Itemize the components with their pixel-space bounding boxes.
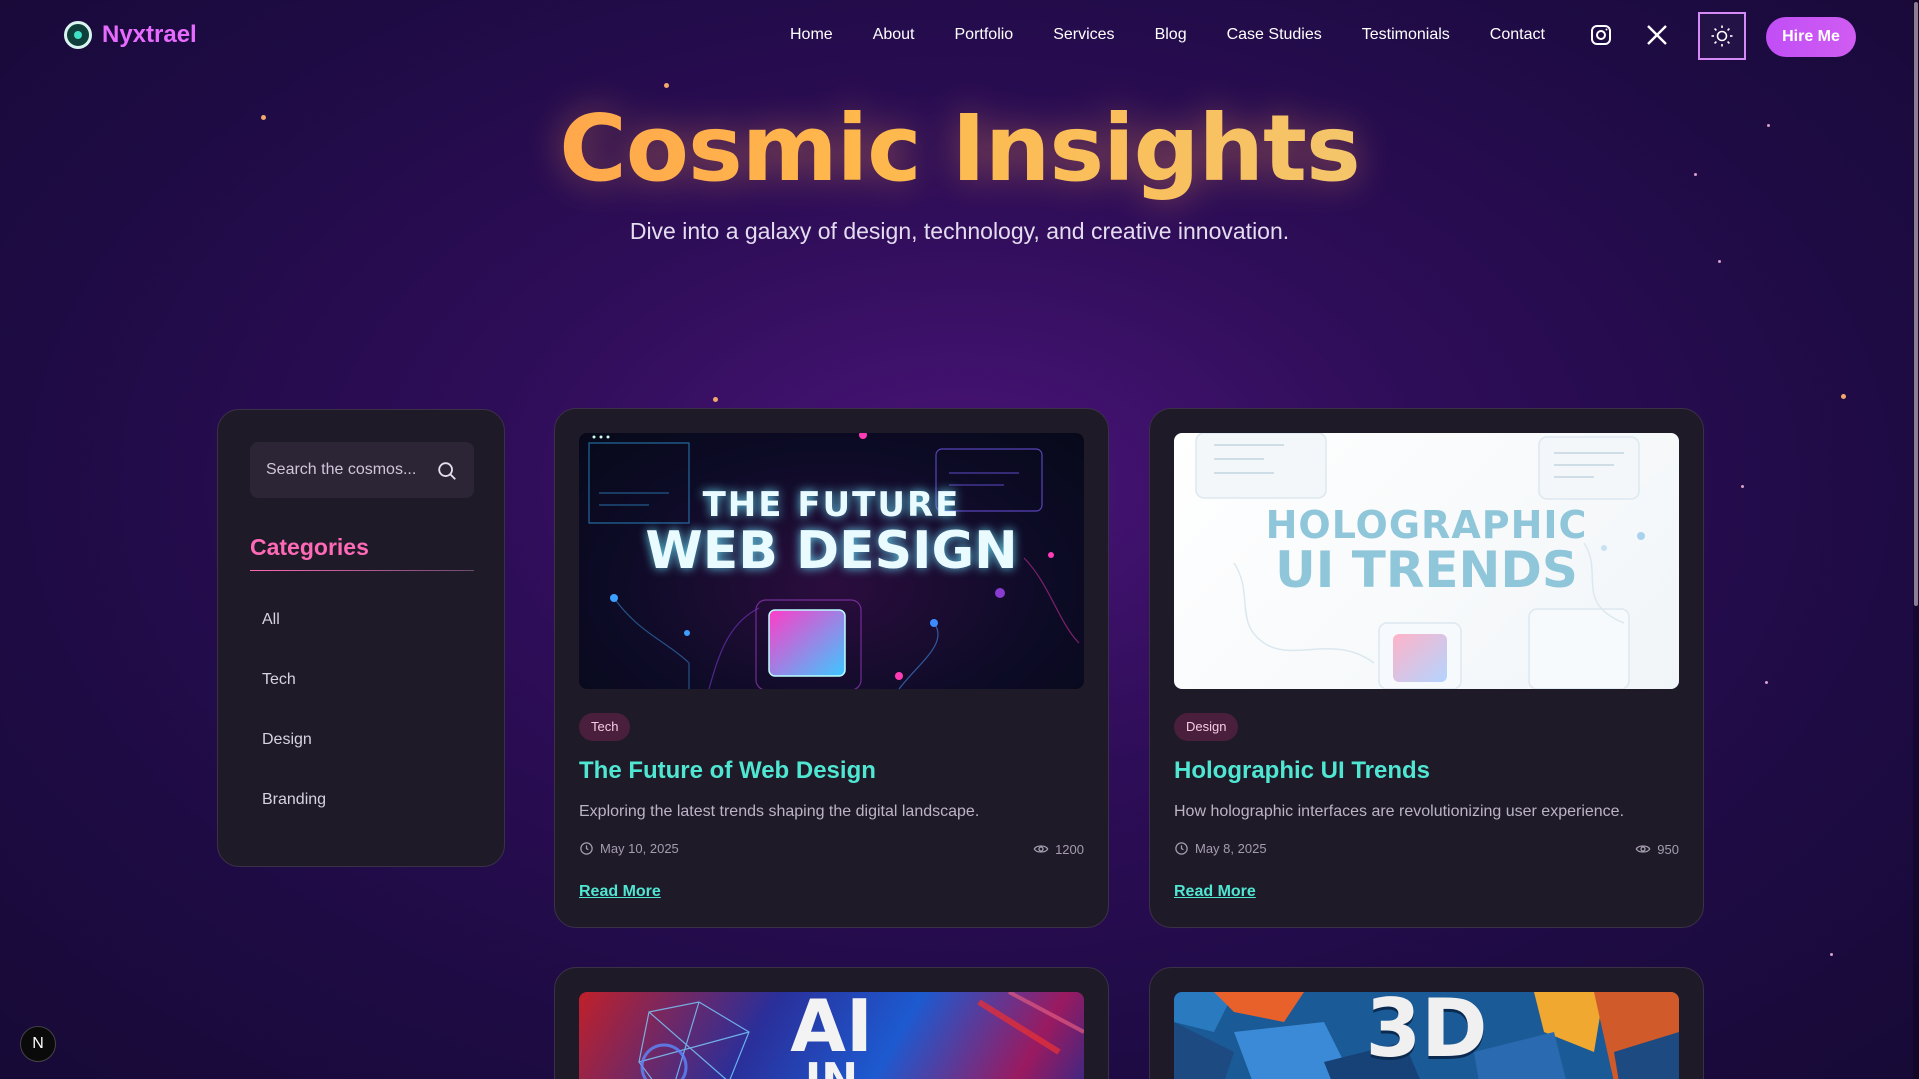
post-views: 1200 bbox=[1033, 841, 1084, 857]
post-image-line2: UI TRENDS bbox=[1275, 541, 1578, 599]
eye-icon bbox=[1033, 845, 1049, 853]
dev-tools-badge[interactable]: N bbox=[20, 1026, 56, 1062]
nav-links: Home About Portfolio Services Blog Case … bbox=[790, 26, 1585, 44]
post-date-text: May 8, 2025 bbox=[1195, 841, 1267, 856]
hero-subtitle: Dive into a galaxy of design, technology… bbox=[629, 218, 1290, 244]
category-design[interactable]: Design bbox=[262, 731, 312, 749]
post-image[interactable]: 3D bbox=[1174, 992, 1679, 1079]
post-image-line1: 3D bbox=[1365, 992, 1488, 1075]
post-description: Exploring the latest trends shaping the … bbox=[579, 803, 980, 820]
search-icon[interactable] bbox=[436, 460, 458, 482]
theme-toggle-button[interactable] bbox=[1698, 12, 1746, 60]
post-image[interactable]: THE FUTURE WEB DESIGN bbox=[579, 433, 1084, 689]
star bbox=[1841, 394, 1846, 399]
star bbox=[713, 397, 718, 402]
nav-testimonials[interactable]: Testimonials bbox=[1362, 26, 1450, 44]
sun-icon bbox=[1711, 25, 1733, 47]
nav-portfolio[interactable]: Portfolio bbox=[955, 26, 1014, 44]
post-card[interactable]: 3D bbox=[1149, 967, 1704, 1079]
blog-sidebar: Categories All Tech Design Branding bbox=[217, 409, 505, 867]
star bbox=[664, 83, 669, 88]
scrollbar-thumb[interactable] bbox=[1914, 2, 1918, 606]
logo-icon bbox=[64, 21, 92, 49]
categories-divider bbox=[250, 570, 474, 571]
post-tag[interactable]: Design bbox=[1174, 713, 1239, 741]
search-box bbox=[250, 442, 474, 498]
clock-icon bbox=[580, 842, 593, 855]
star bbox=[1718, 260, 1721, 263]
category-branding[interactable]: Branding bbox=[262, 791, 326, 809]
post-card[interactable]: THE FUTURE WEB DESIGN Tech The Future of… bbox=[554, 408, 1109, 928]
hire-me-button[interactable]: Hire Me bbox=[1766, 17, 1856, 57]
nav-services[interactable]: Services bbox=[1053, 26, 1114, 44]
post-card[interactable]: HOLOGRAPHIC UI TRENDS Design Holographic… bbox=[1149, 408, 1704, 928]
star bbox=[1765, 681, 1768, 684]
nav-contact[interactable]: Contact bbox=[1490, 26, 1545, 44]
brand-logo[interactable]: Nyxtrael bbox=[64, 21, 197, 49]
post-views: 950 bbox=[1635, 841, 1679, 857]
post-views-count: 950 bbox=[1657, 841, 1679, 857]
read-more-link[interactable]: Read More bbox=[1174, 883, 1256, 901]
post-title[interactable]: The Future of Web Design bbox=[579, 757, 876, 785]
post-image-line2: IN bbox=[579, 1054, 1084, 1079]
post-image-line1: THE FUTURE bbox=[702, 485, 961, 525]
brand-name: Nyxtrael bbox=[102, 21, 197, 48]
post-image[interactable]: AI IN bbox=[579, 992, 1084, 1079]
eye-icon bbox=[1635, 845, 1651, 853]
category-all[interactable]: All bbox=[262, 611, 280, 629]
top-nav: Nyxtrael Home About Portfolio Services B… bbox=[0, 0, 1919, 74]
post-views-count: 1200 bbox=[1055, 841, 1084, 857]
nav-about[interactable]: About bbox=[873, 26, 915, 44]
category-tech[interactable]: Tech bbox=[262, 671, 296, 689]
post-card[interactable]: AI IN bbox=[554, 967, 1109, 1079]
search-input[interactable] bbox=[266, 442, 426, 498]
x-icon[interactable] bbox=[1643, 21, 1671, 49]
post-date: May 10, 2025 bbox=[579, 841, 679, 856]
post-title[interactable]: Holographic UI Trends bbox=[1174, 757, 1430, 785]
instagram-icon[interactable] bbox=[1587, 21, 1615, 49]
hero-title: Cosmic Insights bbox=[0, 95, 1919, 202]
post-image[interactable]: HOLOGRAPHIC UI TRENDS bbox=[1174, 433, 1679, 689]
post-date-text: May 10, 2025 bbox=[600, 841, 679, 856]
star bbox=[1741, 485, 1744, 488]
post-image-line2: WEB DESIGN bbox=[645, 521, 1018, 581]
star bbox=[1830, 953, 1833, 956]
post-date: May 8, 2025 bbox=[1174, 841, 1267, 856]
post-description: How holographic interfaces are revolutio… bbox=[1174, 803, 1625, 820]
nav-home[interactable]: Home bbox=[790, 26, 833, 44]
nav-case-studies[interactable]: Case Studies bbox=[1227, 26, 1322, 44]
nav-blog[interactable]: Blog bbox=[1155, 26, 1187, 44]
categories-heading: Categories bbox=[250, 534, 369, 560]
read-more-link[interactable]: Read More bbox=[579, 883, 661, 901]
post-tag[interactable]: Tech bbox=[579, 713, 631, 741]
clock-icon bbox=[1175, 842, 1188, 855]
